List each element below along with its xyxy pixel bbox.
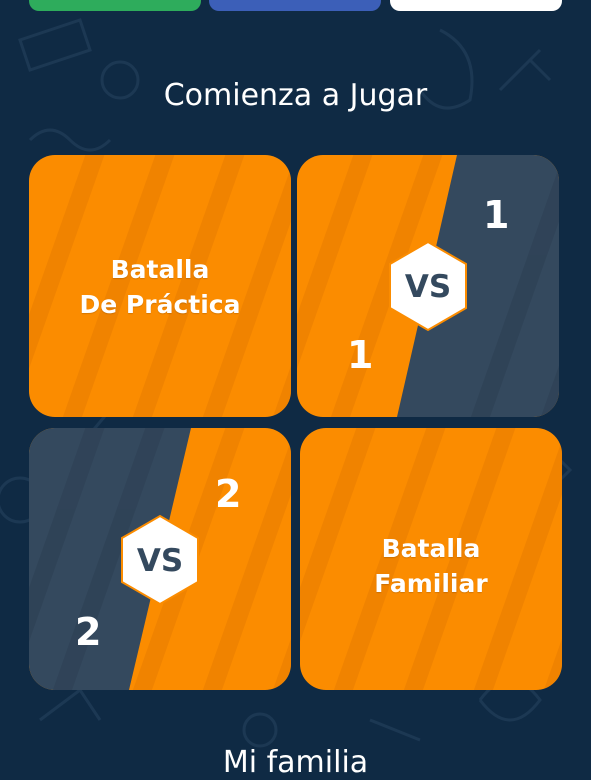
practice-battle-card[interactable]: Batalla De Práctica	[29, 155, 291, 417]
vs-hexagon-icon: VS	[389, 240, 467, 332]
top-button-green[interactable]	[29, 0, 201, 11]
card-label-line1: Batalla	[110, 255, 210, 284]
card-label-line1: Batalla	[381, 534, 481, 563]
bottom-player-count: 1	[347, 333, 374, 377]
svg-text:VS: VS	[405, 269, 451, 305]
one-vs-one-card[interactable]: 1 1 VS	[297, 155, 559, 417]
card-label-line2: Familiar	[374, 569, 488, 598]
top-button-white[interactable]	[390, 0, 562, 11]
family-battle-card[interactable]: Batalla Familiar	[300, 428, 562, 690]
two-vs-two-card[interactable]: 2 2 VS	[29, 428, 291, 690]
bottom-player-count: 2	[75, 610, 102, 654]
svg-text:VS: VS	[137, 543, 183, 579]
top-player-count: 1	[483, 193, 510, 237]
card-label: Batalla De Práctica	[29, 252, 291, 322]
card-label-line2: De Práctica	[79, 290, 241, 319]
top-player-count: 2	[215, 472, 242, 516]
section-title: Comienza a Jugar	[163, 78, 428, 113]
top-button-blue[interactable]	[209, 0, 381, 11]
vs-hexagon-icon: VS	[121, 514, 199, 606]
card-label: Batalla Familiar	[300, 531, 562, 601]
next-section-title: Mi familia	[222, 745, 369, 780]
